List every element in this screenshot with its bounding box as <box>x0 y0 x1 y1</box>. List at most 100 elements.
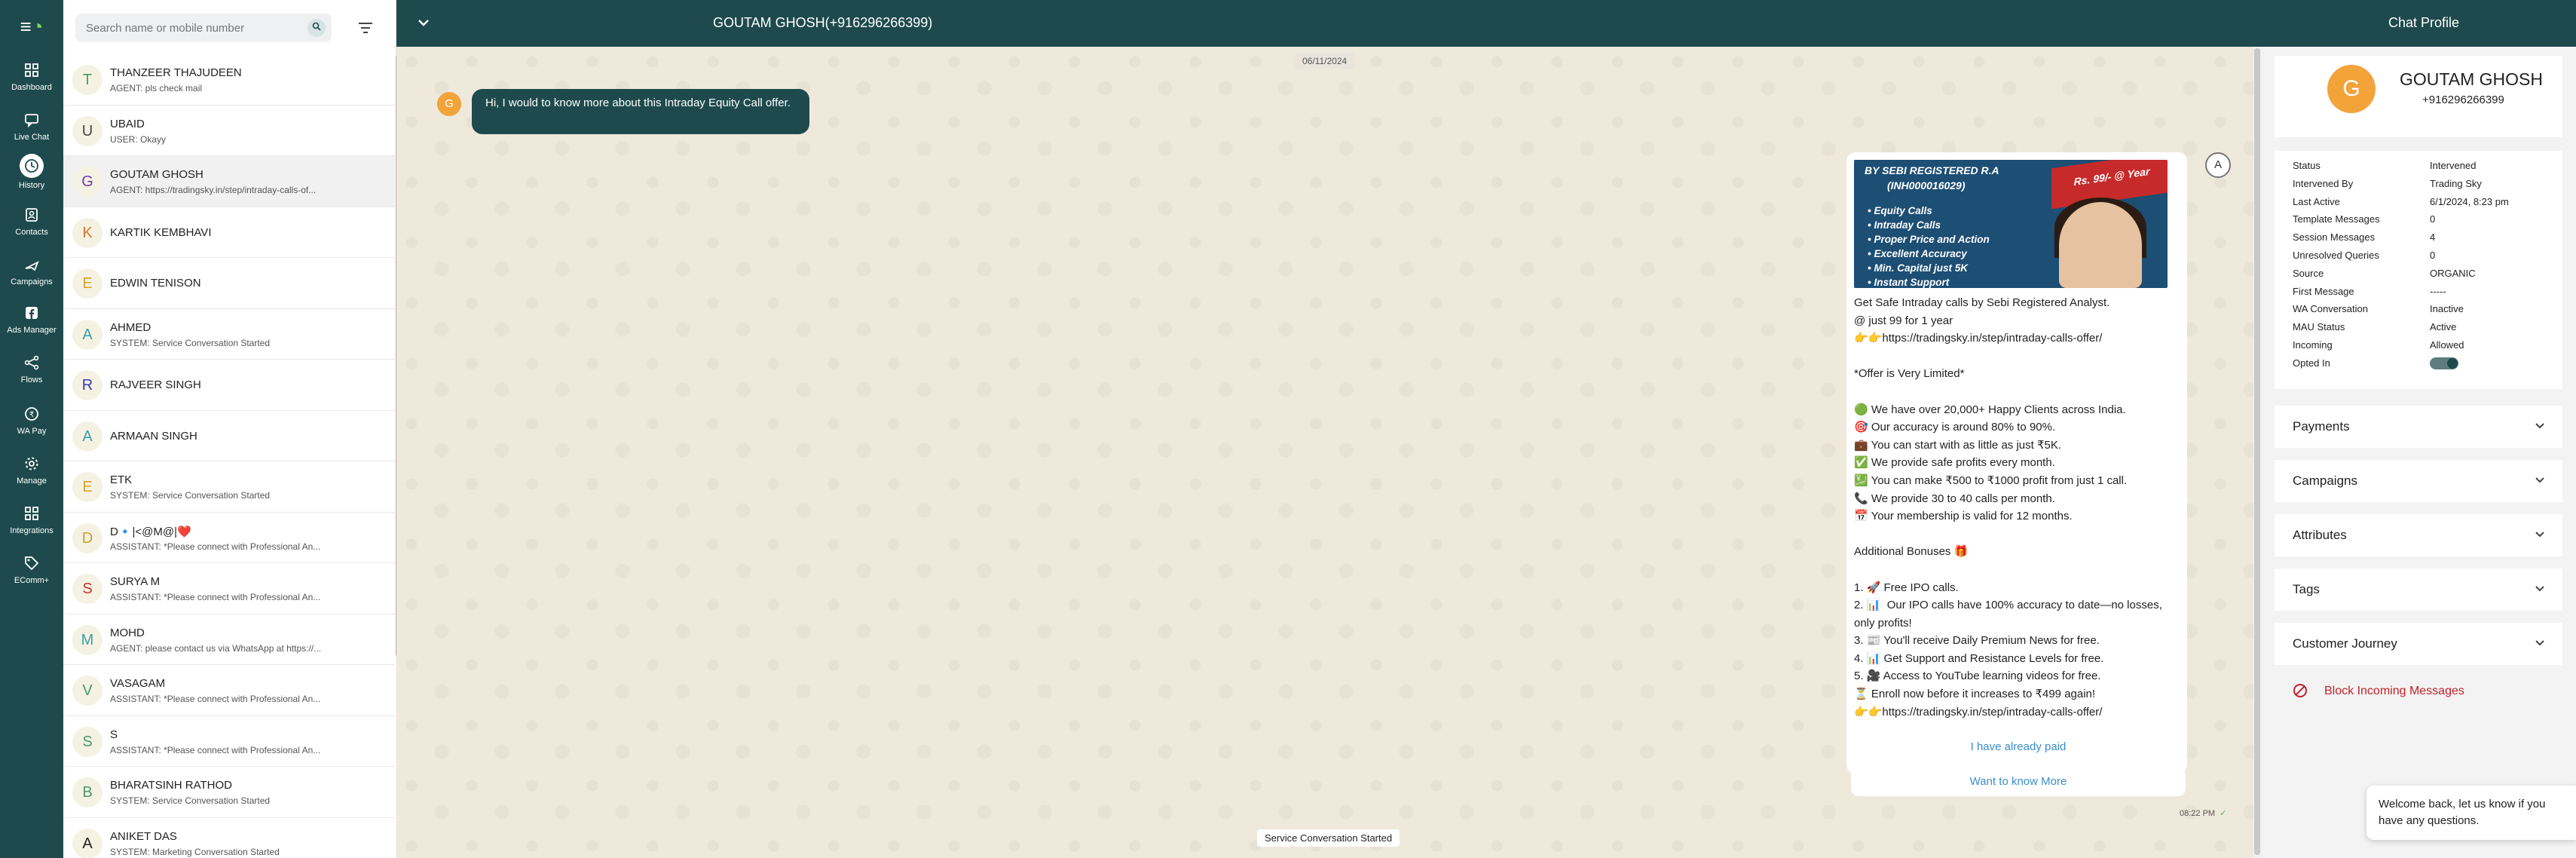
message-timestamp: 08:22 PM ✓ <box>2180 808 2226 818</box>
nav-item-label: Flows <box>20 375 43 385</box>
profile-field-key: WA Conversation <box>2293 303 2368 315</box>
contact-name: THANZEER THAJUDEEN <box>110 66 242 79</box>
nav-item-label: Live Chat <box>14 133 50 142</box>
nav-item-history[interactable]: History <box>0 154 63 202</box>
contact-name: MOHD <box>110 626 145 639</box>
profile-field-key: Source <box>2293 267 2324 279</box>
profile-field-value: 4 <box>2430 231 2436 244</box>
contact-row[interactable]: A ANIKET DAS SYSTEM: Marketing Conversatio… <box>63 818 395 858</box>
nav-item-dashboard[interactable]: Dashboard <box>0 62 63 107</box>
profile-field-key: Status <box>2293 160 2321 171</box>
profile-field-value: Trading Sky <box>2430 177 2482 189</box>
contact-avatar: A <box>72 421 102 452</box>
section-label: Payments <box>2293 419 2350 434</box>
search-icon[interactable] <box>307 19 326 37</box>
contact-row[interactable]: A AHMED SYSTEM: Service Conversation Start… <box>63 309 395 360</box>
contact-row[interactable]: D D🔹|<@M@|❤️ ASSISTANT: *Please connect wi… <box>63 513 395 563</box>
contact-row[interactable]: E EDWIN TENISON <box>63 258 395 309</box>
filter-icon[interactable] <box>356 18 375 38</box>
contact-last-message: AGENT: https://tradingsky.in/step/intrad… <box>110 185 317 195</box>
offer-banner-image: BY SEBI REGISTERED R.A (INH000016029) Rs… <box>1854 160 2168 288</box>
contact-row[interactable]: E ETK SYSTEM: Service Conversation Started <box>63 461 395 513</box>
contact-row[interactable]: G GOUTAM GHOSH AGENT: https://tradingsky.i… <box>63 156 395 207</box>
profile-field-row: Incoming Allowed <box>2275 339 2562 357</box>
welcome-toast[interactable]: Welcome back, let us know if you have an… <box>2366 786 2576 840</box>
contact-name: EDWIN TENISON <box>110 277 201 290</box>
profile-field-row: First Message ----- <box>2275 286 2562 304</box>
chat-scrollbar[interactable] <box>2253 47 2261 858</box>
contact-name: SURYA M <box>110 575 161 588</box>
contact-row[interactable]: V VASAGAM ASSISTANT: *Please connect with … <box>63 665 395 716</box>
contact-avatar: A <box>72 319 102 350</box>
quick-reply-know-more[interactable]: Want to know More <box>1851 768 2186 796</box>
contact-name: ETK <box>110 473 133 486</box>
chat-scrollbar-thumb[interactable] <box>2254 48 2260 855</box>
nav-item-ads-manager[interactable]: Ads Manager <box>0 305 63 350</box>
section-attributes[interactable]: Attributes <box>2275 514 2562 556</box>
contact-row[interactable]: R RAJVEER SINGH <box>63 360 395 411</box>
contact-last-message: SYSTEM: Service Conversation Started <box>110 795 271 806</box>
nav-item-integrations[interactable]: Integrations <box>0 505 63 550</box>
profile-field-row: Intervened By Trading Sky <box>2275 178 2562 196</box>
gear-icon <box>20 455 43 473</box>
contact-row[interactable]: T THANZEER THAJUDEEN AGENT: pls check mail <box>63 54 395 106</box>
profile-field-key: Last Active <box>2293 195 2340 207</box>
integrations-icon <box>20 505 43 523</box>
nav-item-contacts[interactable]: Contacts <box>0 207 63 252</box>
contact-row[interactable]: S S ASSISTANT: *Please connect with Profes… <box>63 716 395 767</box>
banner-bullet: Intraday Calls <box>1868 219 1990 234</box>
campaigns-icon <box>20 256 43 274</box>
contact-row[interactable]: U UBAID USER: Okayy <box>63 106 395 156</box>
profile-details: Status Intervened Intervened By Trading Sky… <box>2275 151 2562 389</box>
contact-row[interactable]: M MOHD AGENT: please contact us via WhatsA… <box>63 614 395 665</box>
chevron-down-icon <box>2532 581 2547 596</box>
banner-bullet: Min. Capital just 5K <box>1868 262 1990 277</box>
chevron-down-icon <box>2532 526 2547 541</box>
quick-reply-already-paid[interactable]: I have already paid <box>1851 733 2186 761</box>
contact-name: GOUTAM GHOSH <box>110 168 203 181</box>
block-incoming-label: Block Incoming Messages <box>2324 685 2464 697</box>
profile-field-row: Unresolved Queries 0 <box>2275 250 2562 268</box>
profile-field-row: Last Active 6/1/2024, 8:23 pm <box>2275 196 2562 214</box>
chevron-down-icon[interactable] <box>415 14 433 32</box>
nav-item-live-chat[interactable]: Live Chat <box>0 112 63 157</box>
section-campaigns[interactable]: Campaigns <box>2275 460 2562 502</box>
chat-header: GOUTAM GHOSH(+916296266399) <box>396 0 2261 47</box>
profile-field-key: Intervened By <box>2293 177 2354 189</box>
delivered-check-icon: ✓ <box>2220 809 2227 818</box>
main-nav: ≡◔ Dashboard Live Chat History Contacts Camp… <box>0 0 63 858</box>
wapay-icon: ₹ <box>20 406 43 424</box>
facebook-icon <box>20 305 43 323</box>
profile-field-row: MAU Status Active <box>2275 321 2562 339</box>
nav-item-wa-pay[interactable]: ₹ WA Pay <box>0 406 63 451</box>
contact-row[interactable]: S SURYA M ASSISTANT: *Please connect with … <box>63 563 395 614</box>
section-customer-journey[interactable]: Customer Journey <box>2275 623 2562 665</box>
contact-avatar: S <box>72 726 102 757</box>
contact-name: AHMED <box>110 320 151 334</box>
contact-name: UBAID <box>110 117 145 130</box>
nav-item-flows[interactable]: Flows <box>0 354 63 400</box>
nav-item-campaigns[interactable]: Campaigns <box>0 256 63 302</box>
banner-line1: BY SEBI REGISTERED R.A <box>1865 164 1999 176</box>
contact-row[interactable]: K KARTIK KEMBHAVI <box>63 207 395 258</box>
contact-avatar: E <box>72 472 102 502</box>
contact-avatar: R <box>72 370 102 400</box>
tag-icon <box>20 555 43 573</box>
system-notice: Service Conversation Started <box>1257 829 1400 847</box>
chat-title: GOUTAM GHOSH(+916296266399) <box>713 15 933 30</box>
opted-in-toggle[interactable] <box>2430 357 2458 369</box>
contact-avatar: S <box>72 574 102 604</box>
brand-logo[interactable]: ≡◔ <box>14 14 50 39</box>
profile-field-row: Opted In <box>2275 357 2562 375</box>
nav-item-manage[interactable]: Manage <box>0 455 63 501</box>
contact-row[interactable]: A ARMAAN SINGH <box>63 411 395 461</box>
section-tags[interactable]: Tags <box>2275 568 2562 611</box>
profile-field-row: Template Messages 0 <box>2275 213 2562 231</box>
banner-bullet: Equity Calls <box>1868 205 1990 219</box>
section-payments[interactable]: Payments <box>2275 406 2562 448</box>
nav-item-ecomm-[interactable]: EComm+ <box>0 555 63 600</box>
contact-row[interactable]: B BHARATSINH RATHOD SYSTEM: Service Conver… <box>63 767 395 818</box>
nav-item-label: Integrations <box>10 526 54 535</box>
search-input[interactable] <box>75 14 294 42</box>
flows-icon <box>20 354 43 372</box>
